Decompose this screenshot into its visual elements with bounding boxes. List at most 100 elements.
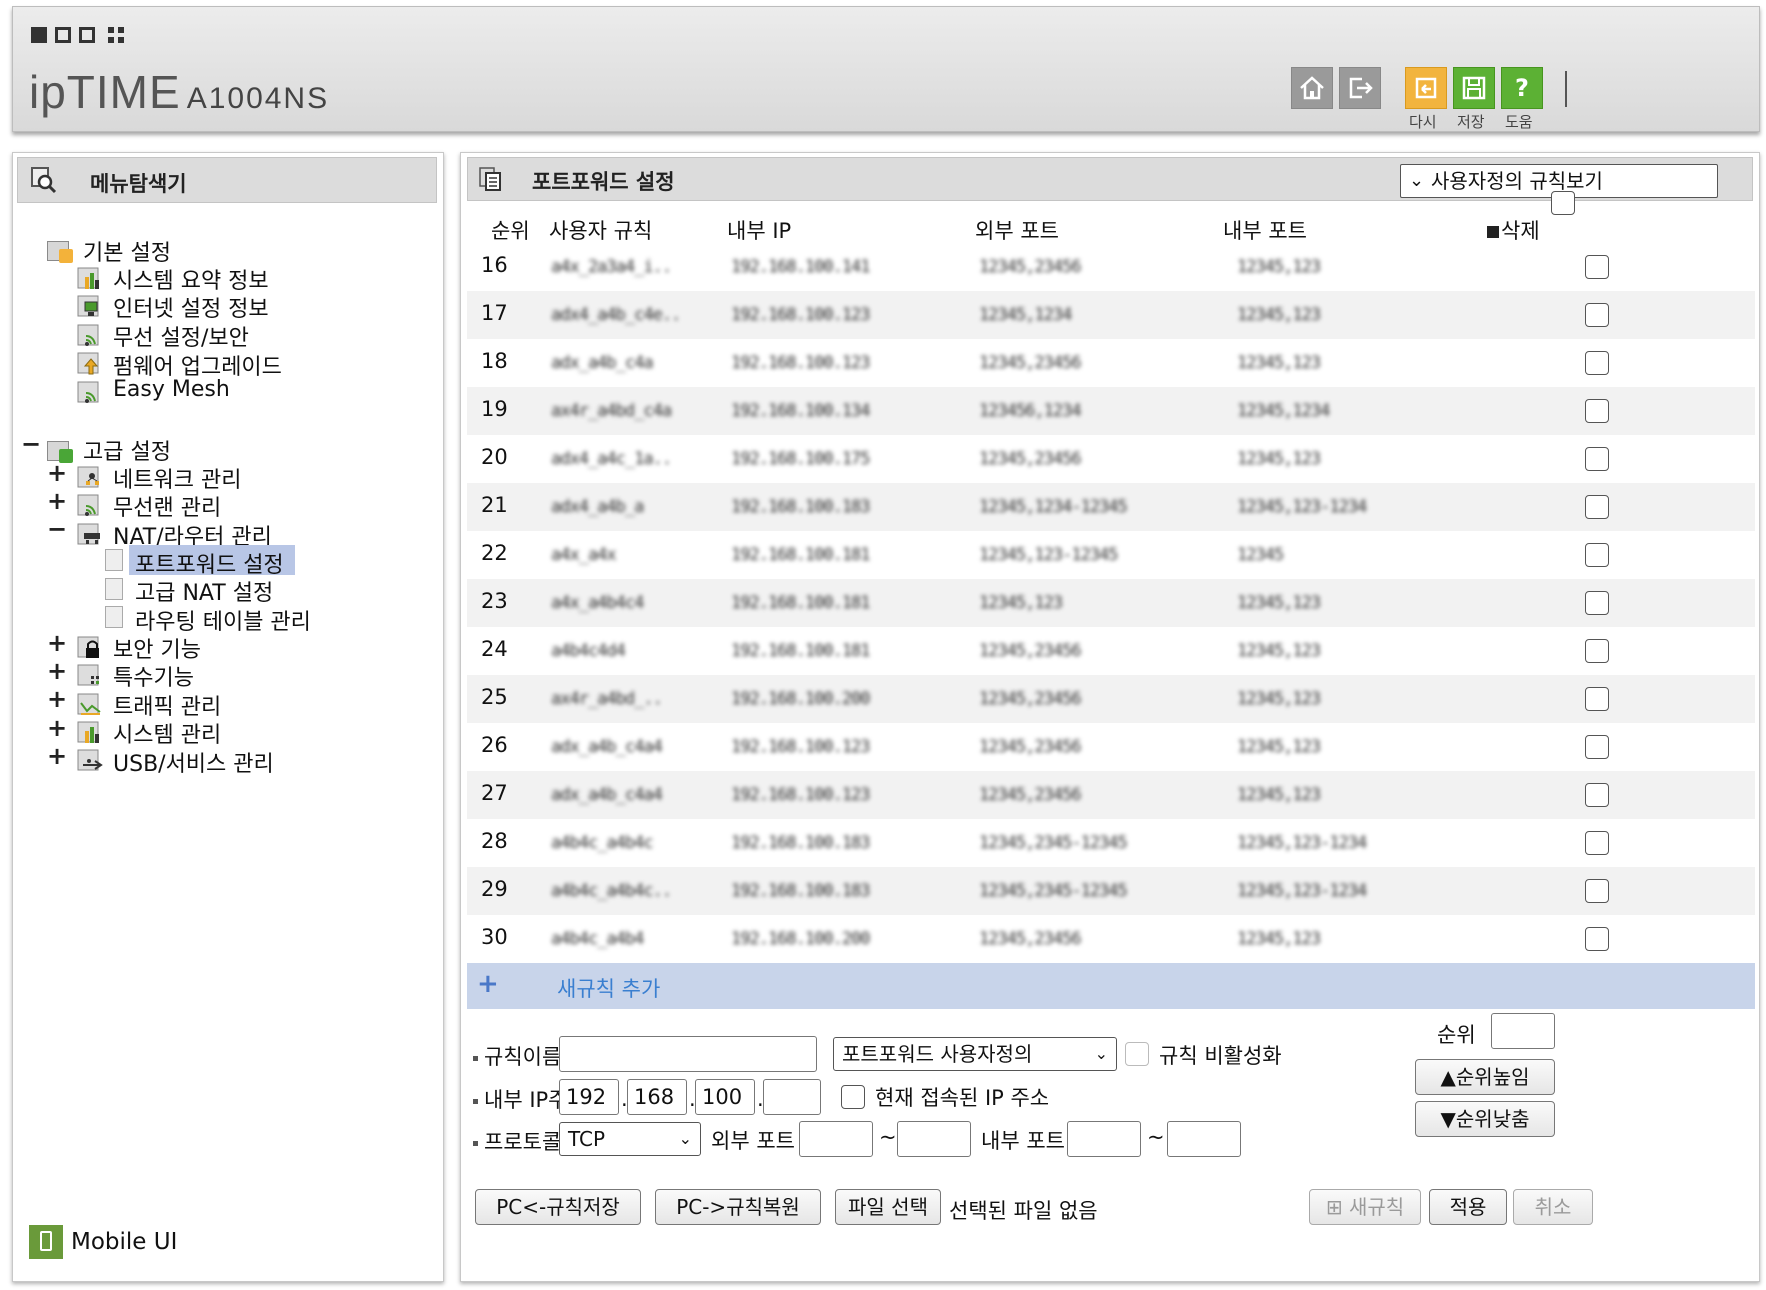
row-delete-checkbox[interactable] [1585, 783, 1609, 807]
row-delete-checkbox[interactable] [1585, 543, 1609, 567]
expand-toggle[interactable]: + [47, 657, 67, 685]
row-rule-name: a4b4c_a4b4 [551, 929, 644, 949]
save-icon[interactable] [1453, 67, 1495, 109]
expand-toggle[interactable]: + [47, 714, 67, 742]
row-rank: 29 [481, 877, 508, 901]
ip-octet-3[interactable]: 100 [695, 1079, 755, 1115]
menu-explorer-title: 메뉴탐색기 [90, 172, 187, 196]
cancel-button[interactable]: 취소 [1513, 1189, 1593, 1225]
rule-name-input[interactable] [559, 1036, 817, 1072]
external-port-start-input[interactable] [799, 1121, 873, 1157]
row-delete-checkbox[interactable] [1585, 447, 1609, 471]
ip-octet-1[interactable]: 192 [559, 1079, 619, 1115]
reload-icon[interactable] [1405, 67, 1447, 109]
select-all-checkbox[interactable] [1551, 191, 1575, 215]
table-row[interactable]: 23 a4x_a4b4c4 192.168.100.181 12345,123 1234… [467, 579, 1755, 627]
restore-rules-from-pc-button[interactable]: PC->규칙복원 [655, 1189, 821, 1225]
row-rule-name: ax4r_a4bd_c4a [551, 401, 672, 421]
rank-down-button[interactable]: ▼순위낮춤 [1415, 1101, 1555, 1137]
apply-button[interactable]: 적용 [1429, 1189, 1507, 1225]
sidebar-item-label: 시스템 관리 [113, 723, 222, 748]
new-rule-button[interactable]: ⊞ 새규칙 [1309, 1189, 1421, 1225]
row-delete-checkbox[interactable] [1585, 831, 1609, 855]
row-delete-checkbox[interactable] [1585, 399, 1609, 423]
row-rank: 20 [481, 445, 508, 469]
plus-icon: ⊞ [1325, 1195, 1349, 1219]
expand-toggle[interactable]: + [47, 459, 67, 487]
table-row[interactable]: 25 ax4r_a4bd_.. 192.168.100.200 12345,23456… [467, 675, 1755, 723]
expand-toggle[interactable]: + [47, 487, 67, 515]
tilde: ~ [1147, 1125, 1165, 1149]
help-label: 도움 [1505, 113, 1533, 131]
row-delete-checkbox[interactable] [1585, 639, 1609, 663]
collapse-advanced-toggle[interactable]: − [21, 430, 41, 458]
row-delete-checkbox[interactable] [1585, 255, 1609, 279]
home-icon[interactable] [1291, 67, 1333, 109]
row-external-port: 123456,1234 [979, 401, 1082, 421]
add-rule-row[interactable]: + 새규칙 추가 [467, 963, 1755, 1009]
row-delete-checkbox[interactable] [1585, 303, 1609, 327]
table-row[interactable]: 24 a4b4c4d4 192.168.100.181 12345,23456 1234… [467, 627, 1755, 675]
row-delete-checkbox[interactable] [1585, 591, 1609, 615]
row-delete-checkbox[interactable] [1585, 735, 1609, 759]
settings-badge-icon [59, 249, 73, 263]
page-icon [105, 549, 123, 571]
table-row[interactable]: 22 a4x_a4x 192.168.100.181 12345,123-12345 1… [467, 531, 1755, 579]
row-rank: 17 [481, 301, 508, 325]
collapse-toggle[interactable]: − [47, 515, 67, 543]
row-external-port: 12345,23456 [979, 785, 1082, 805]
expand-toggle[interactable]: + [47, 629, 67, 657]
disable-rule-checkbox[interactable] [1125, 1042, 1149, 1066]
column-rank: 순위 [491, 219, 530, 243]
ip-octet-4[interactable] [763, 1079, 821, 1115]
table-row[interactable]: 30 a4b4c_a4b4 192.168.100.200 12345,23456 12… [467, 915, 1755, 963]
row-delete-checkbox[interactable] [1585, 687, 1609, 711]
row-internal-ip: 192.168.100.200 [731, 929, 871, 949]
row-internal-port: 12345,123 [1237, 785, 1321, 805]
internal-port-label: 내부 포트 [981, 1129, 1065, 1153]
logout-icon[interactable] [1339, 67, 1381, 109]
row-rank: 28 [481, 829, 508, 853]
row-delete-checkbox[interactable] [1585, 351, 1609, 375]
table-row[interactable]: 26 adx_a4b_c4a4 192.168.100.123 12345,23456… [467, 723, 1755, 771]
expand-toggle[interactable]: + [47, 742, 67, 770]
chevron-down-icon: ⌄ [1409, 170, 1425, 191]
current-ip-checkbox[interactable] [841, 1085, 865, 1109]
table-row[interactable]: 16 a4x_2a3a4_i.. 192.168.100.141 12345,2345… [467, 243, 1755, 291]
internal-port-start-input[interactable] [1067, 1121, 1141, 1157]
sidebar-item-label: USB/서비스 관리 [113, 752, 274, 777]
row-rule-name: adx4_a4b_c4e.. [551, 305, 681, 325]
row-rank: 21 [481, 493, 508, 517]
table-row[interactable]: 19 ax4r_a4bd_c4a 192.168.100.134 123456,123… [467, 387, 1755, 435]
internal-port-end-input[interactable] [1167, 1121, 1241, 1157]
column-delete-label: 삭제 [1501, 219, 1540, 243]
help-icon[interactable]: ? [1501, 67, 1543, 109]
row-rank: 27 [481, 781, 508, 805]
preset-select[interactable]: 포트포워드 사용자정의 ⌄ [833, 1037, 1117, 1071]
table-row[interactable]: 20 adx4_a4c_1a.. 192.168.100.175 12345,2345… [467, 435, 1755, 483]
external-port-end-input[interactable] [897, 1121, 971, 1157]
row-delete-checkbox[interactable] [1585, 879, 1609, 903]
rank-up-button[interactable]: ▲순위높임 [1415, 1059, 1555, 1095]
lock-icon [77, 636, 99, 658]
table-row[interactable]: 29 a4b4c_a4b4c.. 192.168.100.183 12345,2345… [467, 867, 1755, 915]
table-row[interactable]: 17 adx4_a4b_c4e.. 192.168.100.123 12345,123… [467, 291, 1755, 339]
save-rules-to-pc-button[interactable]: PC<-규칙저장 [475, 1189, 641, 1225]
row-external-port: 12345,23456 [979, 689, 1082, 709]
protocol-select[interactable]: TCP ⌄ [559, 1122, 701, 1156]
table-row[interactable]: 28 a4b4c_a4b4c 192.168.100.183 12345,2345-1… [467, 819, 1755, 867]
expand-toggle[interactable]: + [47, 685, 67, 713]
ip-octet-2[interactable]: 168 [627, 1079, 687, 1115]
row-delete-checkbox[interactable] [1585, 927, 1609, 951]
file-select-button[interactable]: 파일 선택 [835, 1189, 941, 1225]
external-port-label: 외부 포트 [711, 1129, 795, 1153]
new-rule-label: 새규칙 [1348, 1195, 1405, 1219]
table-row[interactable]: 27 adx_a4b_c4a4 192.168.100.123 12345,23456… [467, 771, 1755, 819]
column-rule: 사용자 규칙 [549, 219, 653, 243]
table-row[interactable]: 21 adx4_a4b_a 192.168.100.183 12345,1234-12… [467, 483, 1755, 531]
table-row[interactable]: 18 adx_a4b_c4a 192.168.100.123 12345,23456 1… [467, 339, 1755, 387]
row-delete-checkbox[interactable] [1585, 495, 1609, 519]
rank-input[interactable] [1491, 1013, 1555, 1049]
brand-name: ipTIME [29, 66, 181, 118]
row-internal-ip: 192.168.100.183 [731, 497, 871, 517]
